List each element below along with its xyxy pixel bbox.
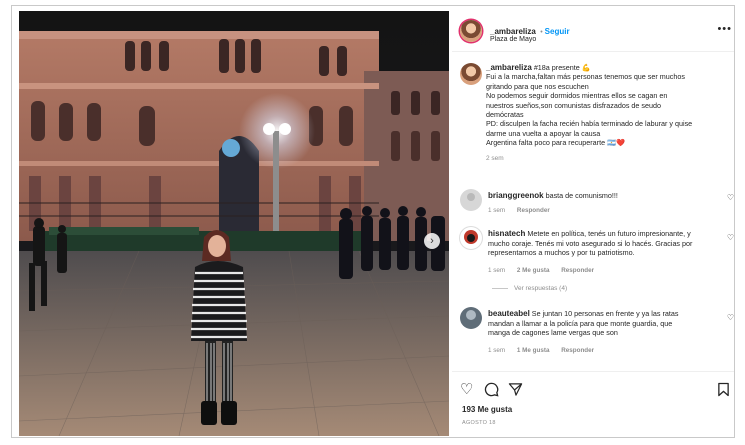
post-date: AGOSTO 18 <box>462 420 496 426</box>
commenter-username[interactable]: beauteabel <box>488 309 530 318</box>
caption-avatar[interactable] <box>460 63 482 85</box>
caption-line: No podemos seguir dormidos mientras ello… <box>486 91 668 101</box>
commenter-username[interactable]: brianggreenok <box>488 191 544 200</box>
comment-like-button[interactable]: ♡ <box>727 313 734 322</box>
author-avatar[interactable] <box>460 20 482 42</box>
caption-line: Fui a la marcha,faltan más personas tene… <box>486 72 685 82</box>
post-actions-footer: ♡ 193 Me gusta AGOSTO 18 <box>452 371 734 437</box>
caption-line: PD: disculpen la facha recién había term… <box>486 119 693 129</box>
heart-icon: ♡ <box>726 233 734 242</box>
commenter-avatar[interactable] <box>460 307 482 329</box>
comment-like-button[interactable]: ♡ <box>727 193 734 202</box>
comment-likes-count[interactable]: 1 Me gusta <box>517 347 550 354</box>
comment-item: beauteabel Se juntan 10 personas en fren… <box>460 307 734 363</box>
comment-bubble-icon[interactable] <box>484 382 499 401</box>
comment-time: 1 sem <box>488 347 506 354</box>
reply-button[interactable]: Responder <box>517 207 550 214</box>
commenter-username[interactable]: hisnatech <box>488 229 525 238</box>
comment-time: 1 sem <box>488 207 506 214</box>
comment-text: beauteabel Se juntan 10 personas en fren… <box>488 309 679 338</box>
post-location[interactable]: Plaza de Mayo <box>490 36 536 43</box>
comment-time: 1 sem <box>488 267 506 274</box>
instagram-post-window: › _ambareliza • Seguir Plaza de Mayo •••… <box>11 5 735 438</box>
action-icons-row: ♡ <box>460 382 732 400</box>
comment-like-button[interactable]: ♡ <box>727 233 734 242</box>
post-side-panel: _ambareliza • Seguir Plaza de Mayo ••• _… <box>452 11 734 437</box>
caption-line: gritando para que nos escuchen <box>486 81 589 91</box>
heart-icon[interactable]: ♡ <box>460 382 473 398</box>
commenter-avatar[interactable] <box>460 189 482 211</box>
post-photo: › <box>19 11 449 436</box>
caption-line: Argentina falta poco para recuperarte 🇦🇷… <box>486 138 625 148</box>
caption-line: #18a presente 💪 <box>533 63 591 72</box>
photo-scene <box>19 11 449 436</box>
caption-line: darme una vuelta a apoyar la causa <box>486 128 601 138</box>
author-username[interactable]: _ambareliza <box>490 27 536 36</box>
next-photo-button[interactable]: › <box>424 233 440 249</box>
view-replies-button[interactable]: Ver respuestas (4) <box>492 285 567 292</box>
comment-likes-count[interactable]: 2 Me gusta <box>517 267 550 274</box>
caption-author[interactable]: _ambareliza <box>486 63 532 72</box>
comment-actions: 1 sem Responder <box>488 207 560 214</box>
caption-line: nuestros sueños,son comunistas disfrazad… <box>486 100 661 110</box>
post-caption: _ambareliza #18a presente 💪 Fui a la mar… <box>486 63 734 163</box>
comment-actions: 1 sem 2 Me gusta Responder <box>488 267 604 274</box>
reply-button[interactable]: Responder <box>561 267 594 274</box>
likes-count[interactable]: 193 Me gusta <box>462 405 512 414</box>
heart-icon: ♡ <box>726 193 734 202</box>
comment-item: brianggreenok basta de comunismo!!! 1 se… <box>460 189 734 219</box>
bookmark-icon[interactable] <box>717 382 730 401</box>
reply-button[interactable]: Responder <box>561 347 594 354</box>
comment-actions: 1 sem 1 Me gusta Responder <box>488 347 604 354</box>
comment-text: hisnatech Metete en política, tenés un f… <box>488 229 693 258</box>
paper-plane-icon[interactable] <box>508 382 523 401</box>
heart-icon: ♡ <box>726 313 734 322</box>
ellipsis-icon: ••• <box>717 23 732 35</box>
caption-line: demócratas <box>486 110 524 120</box>
follow-button[interactable]: Seguir <box>545 27 570 36</box>
chevron-right-icon: › <box>430 235 434 247</box>
commenter-avatar[interactable] <box>460 227 482 249</box>
caption-timestamp: 2 sem <box>486 154 504 162</box>
comment-text: brianggreenok basta de comunismo!!! <box>488 191 618 200</box>
post-header: _ambareliza • Seguir Plaza de Mayo ••• <box>452 11 734 52</box>
more-options-button[interactable]: ••• <box>717 23 732 35</box>
